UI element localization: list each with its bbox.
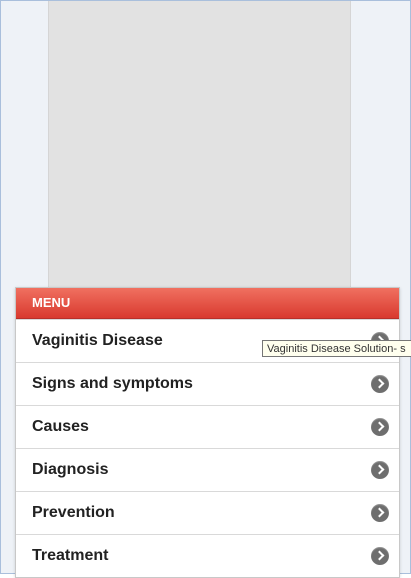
menu-item-label: Prevention bbox=[32, 504, 115, 521]
main-menu: MENU Vaginitis Disease Signs and symptom… bbox=[15, 287, 400, 578]
menu-header: MENU bbox=[16, 288, 399, 319]
chevron-right-icon bbox=[371, 547, 389, 565]
article-image-placeholder bbox=[48, 1, 351, 287]
hover-tooltip: Vaginitis Disease Solution- s bbox=[262, 340, 411, 357]
menu-item-causes[interactable]: Causes bbox=[16, 405, 399, 448]
menu-item-label: Treatment bbox=[32, 547, 109, 564]
chevron-right-icon bbox=[371, 504, 389, 522]
menu-item-diagnosis[interactable]: Diagnosis bbox=[16, 448, 399, 491]
menu-item-treatment[interactable]: Treatment bbox=[16, 534, 399, 577]
chevron-right-icon bbox=[371, 375, 389, 393]
page-frame: MENU Vaginitis Disease Signs and symptom… bbox=[0, 0, 411, 578]
menu-item-label: Signs and symptoms bbox=[32, 375, 193, 392]
menu-item-label: Diagnosis bbox=[32, 461, 109, 478]
menu-item-signs-and-symptoms[interactable]: Signs and symptoms bbox=[16, 362, 399, 405]
menu-item-label: Vaginitis Disease bbox=[32, 332, 163, 349]
chevron-right-icon bbox=[371, 461, 389, 479]
menu-item-label: Causes bbox=[32, 418, 89, 435]
menu-item-prevention[interactable]: Prevention bbox=[16, 491, 399, 534]
chevron-right-icon bbox=[371, 418, 389, 436]
